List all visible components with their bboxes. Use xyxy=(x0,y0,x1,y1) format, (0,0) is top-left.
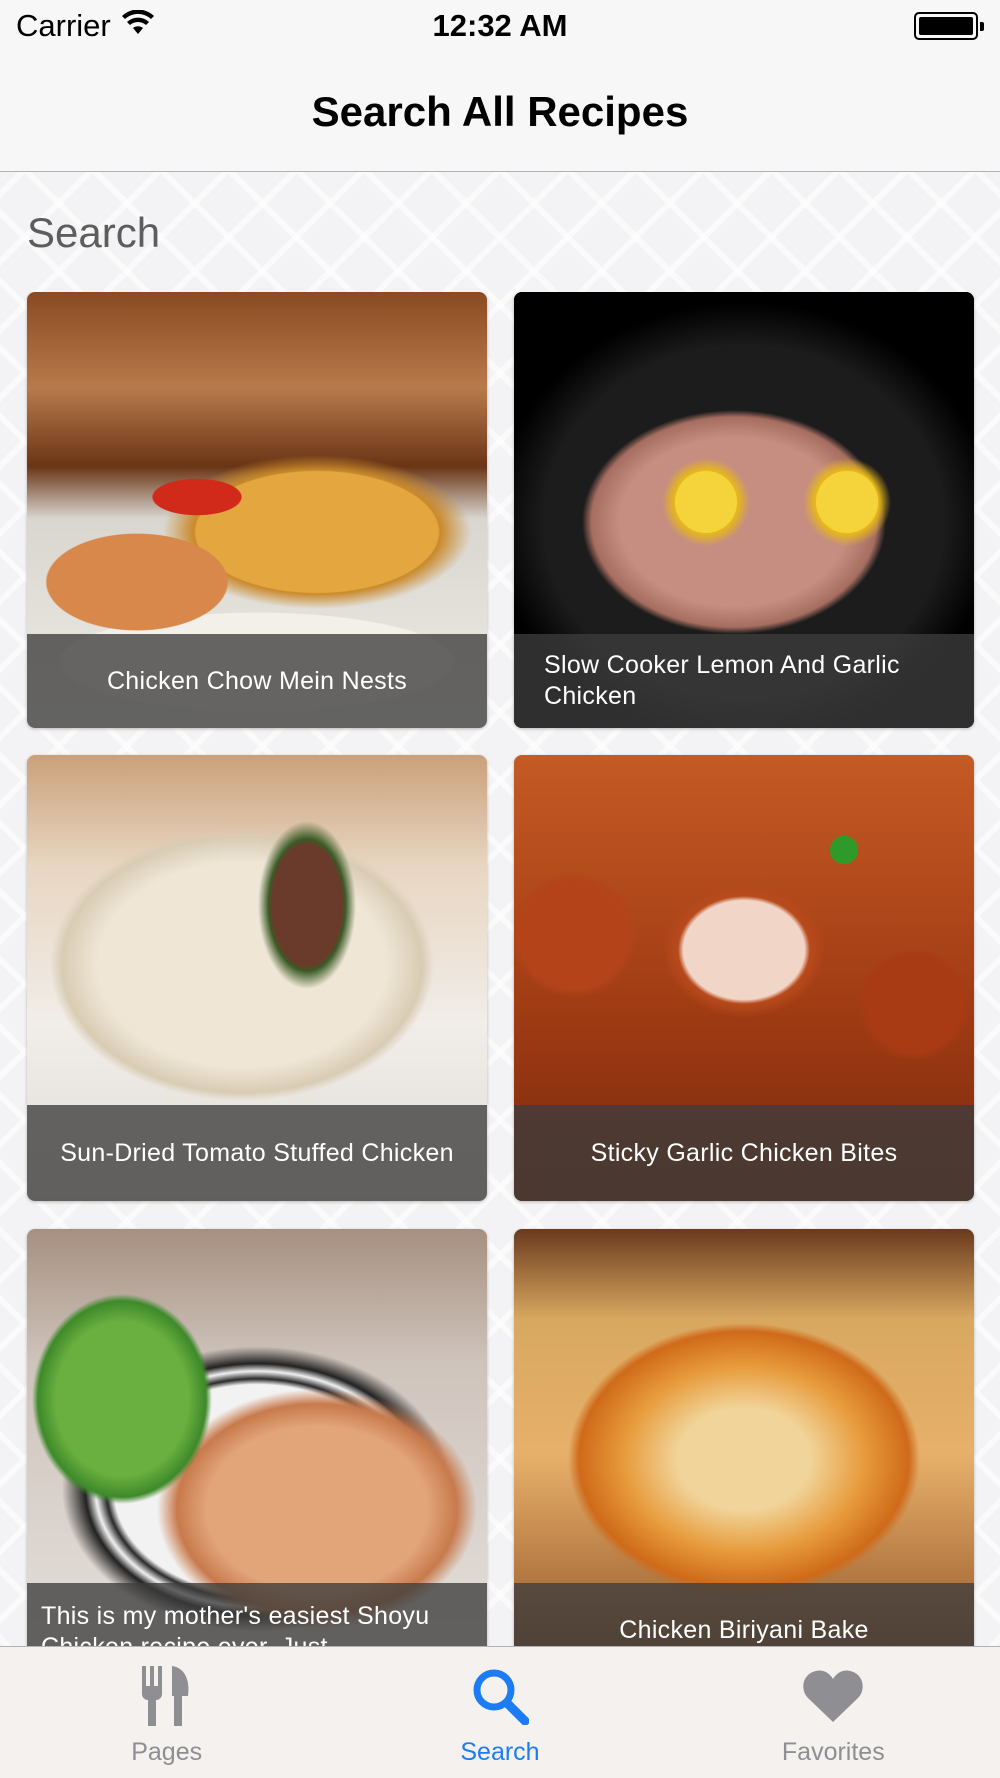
tab-label: Favorites xyxy=(781,1738,885,1766)
heart-icon xyxy=(798,1663,868,1729)
tab-label: Search xyxy=(460,1738,540,1766)
battery-icon xyxy=(914,12,984,40)
recipe-card[interactable]: Chicken Biriyani Bake xyxy=(514,1229,974,1646)
recipe-title-text: Sticky Garlic Chicken Bites xyxy=(590,1138,898,1167)
recipe-title: Sticky Garlic Chicken Bites xyxy=(514,1105,974,1201)
status-left: Carrier xyxy=(16,8,155,44)
recipe-card[interactable]: Slow Cooker Lemon And Garlic Chicken xyxy=(514,292,974,728)
battery-level xyxy=(919,17,973,35)
recipe-card[interactable]: Sun-Dried Tomato Stuffed Chicken xyxy=(27,755,487,1201)
recipe-title-text: This is my mother's easiest Shoyu Chicke… xyxy=(41,1602,430,1646)
search-input[interactable] xyxy=(27,209,927,257)
recipe-title: Chicken Biriyani Bake xyxy=(514,1583,974,1646)
recipe-grid[interactable]: Chicken Chow Mein Nests Slow Cooker Lemo… xyxy=(0,292,1000,1646)
app-screen: Carrier 12:32 AM Search All Recipes Chic… xyxy=(0,0,1000,1778)
recipe-card[interactable]: Chicken Chow Mein Nests xyxy=(27,292,487,728)
tab-label: Pages xyxy=(131,1738,203,1766)
carrier-label: Carrier xyxy=(16,8,111,43)
recipe-title: Chicken Chow Mein Nests xyxy=(27,634,487,728)
recipe-card[interactable]: Sticky Garlic Chicken Bites xyxy=(514,755,974,1201)
recipe-title: Sun-Dried Tomato Stuffed Chicken xyxy=(27,1105,487,1201)
page-title: Search All Recipes xyxy=(311,87,689,135)
search-icon xyxy=(465,1663,535,1729)
recipe-title: Slow Cooker Lemon And Garlic Chicken xyxy=(514,634,974,728)
recipe-title-text: Slow Cooker Lemon And Garlic Chicken xyxy=(544,651,900,710)
tab-search[interactable]: Search xyxy=(333,1647,666,1778)
recipe-title: This is my mother's easiest Shoyu Chicke… xyxy=(27,1583,487,1646)
navigation-bar: Search All Recipes xyxy=(0,52,1000,172)
wifi-icon xyxy=(121,8,155,44)
recipe-card[interactable]: This is my mother's easiest Shoyu Chicke… xyxy=(27,1229,487,1646)
recipe-title-text: Chicken Biriyani Bake xyxy=(619,1616,869,1644)
tab-favorites[interactable]: Favorites xyxy=(667,1647,1000,1778)
search-bar xyxy=(0,174,1000,292)
tab-pages[interactable]: Pages xyxy=(0,1647,333,1778)
tab-bar: Pages Search Favorites xyxy=(0,1646,1000,1778)
fork-knife-icon xyxy=(132,1663,202,1729)
status-bar: Carrier 12:32 AM xyxy=(0,0,1000,52)
recipe-title-text: Sun-Dried Tomato Stuffed Chicken xyxy=(60,1138,454,1167)
recipe-title-text: Chicken Chow Mein Nests xyxy=(106,666,408,695)
